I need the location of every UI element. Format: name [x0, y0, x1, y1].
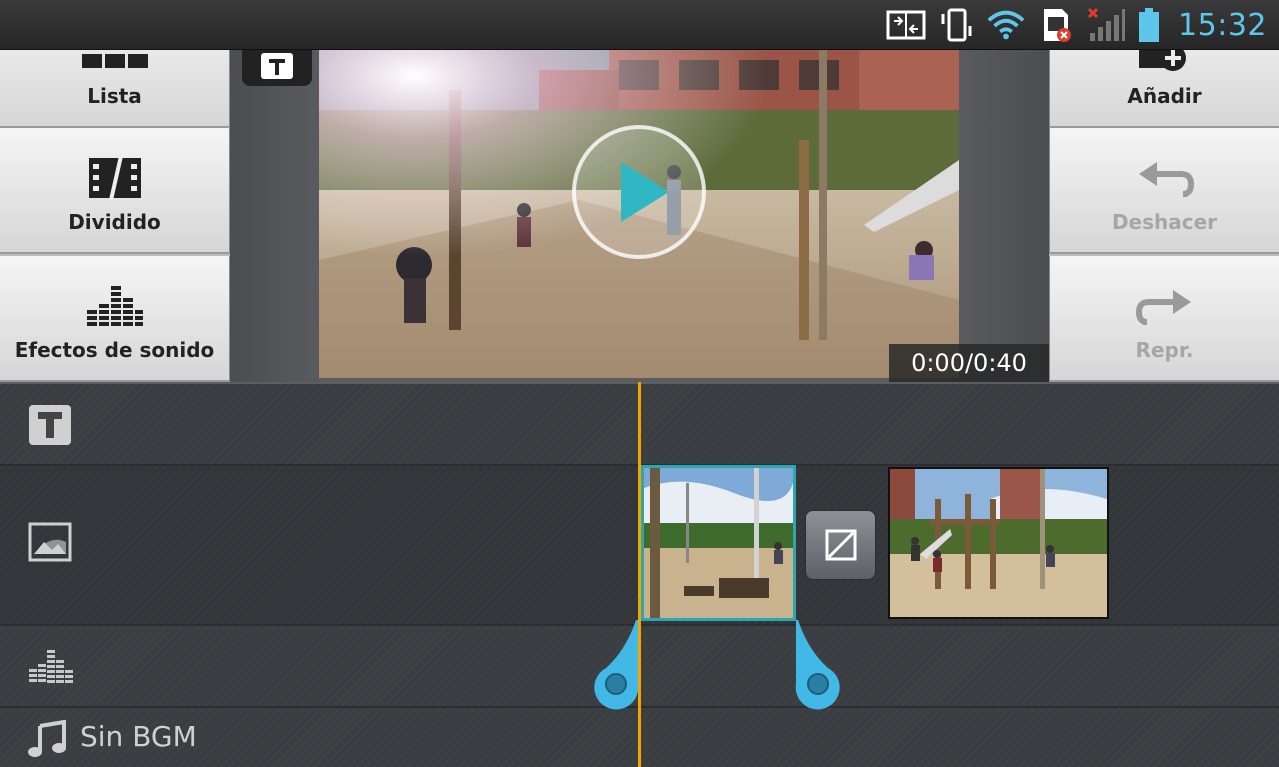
text-icon: [261, 53, 293, 79]
undo-icon: [1138, 162, 1194, 197]
image-icon: [28, 522, 72, 566]
vibrate-icon: [936, 8, 976, 42]
list-button[interactable]: Lista: [0, 50, 230, 128]
bgm-label: Sin BGM: [80, 720, 197, 753]
redo-label: Repr.: [1135, 338, 1194, 362]
trim-handle-left[interactable]: [592, 620, 642, 710]
screen-mirroring-icon: [886, 8, 926, 42]
right-menu: Añadir Deshacer Repr.: [1049, 50, 1279, 382]
clip-2[interactable]: [888, 467, 1109, 619]
time-display: 0:00/0:40: [889, 344, 1049, 382]
left-menu: Lista Dividido Efectos de sonido: [0, 50, 230, 382]
sound-effects-button[interactable]: Efectos de sonido: [0, 256, 230, 382]
sim-error-icon: [1036, 8, 1076, 42]
sound-effects-label: Efectos de sonido: [14, 338, 215, 362]
clip-1[interactable]: [641, 465, 796, 621]
text-overlay-tab[interactable]: [242, 50, 312, 86]
music-note-icon: [28, 719, 68, 762]
clip-2-thumbnail: [890, 469, 1107, 617]
status-icons: 15:32: [886, 0, 1267, 50]
redo-button[interactable]: Repr.: [1049, 256, 1279, 382]
transition-button[interactable]: [805, 510, 876, 580]
trim-handle-right[interactable]: [792, 620, 842, 710]
transition-icon: [825, 529, 856, 561]
clock: 15:32: [1178, 7, 1267, 43]
status-bar: 15:32: [0, 0, 1279, 50]
split-button[interactable]: Dividido: [0, 128, 230, 254]
add-icon: [1138, 50, 1186, 71]
undo-label: Deshacer: [1111, 210, 1218, 234]
signal-no-service-icon: [1086, 7, 1126, 42]
battery-icon: [1136, 8, 1162, 42]
add-button[interactable]: Añadir: [1049, 50, 1279, 128]
split-icon: [88, 156, 141, 200]
text-icon: [28, 404, 72, 450]
video-editor-screen: 15:32 0:00/0:40 Lista Dividido Efectos d…: [0, 0, 1279, 767]
wifi-icon: [986, 8, 1026, 42]
add-label: Añadir: [1127, 84, 1202, 108]
play-icon[interactable]: [574, 127, 704, 257]
split-label: Dividido: [68, 210, 161, 234]
redo-icon: [1135, 290, 1191, 325]
clip-1-thumbnail: [644, 468, 793, 618]
list-label: Lista: [87, 84, 142, 108]
sound-effects-icon: [86, 286, 143, 326]
list-icon: [81, 54, 148, 68]
sound-effects-icon: [28, 648, 74, 688]
undo-button[interactable]: Deshacer: [1049, 128, 1279, 254]
